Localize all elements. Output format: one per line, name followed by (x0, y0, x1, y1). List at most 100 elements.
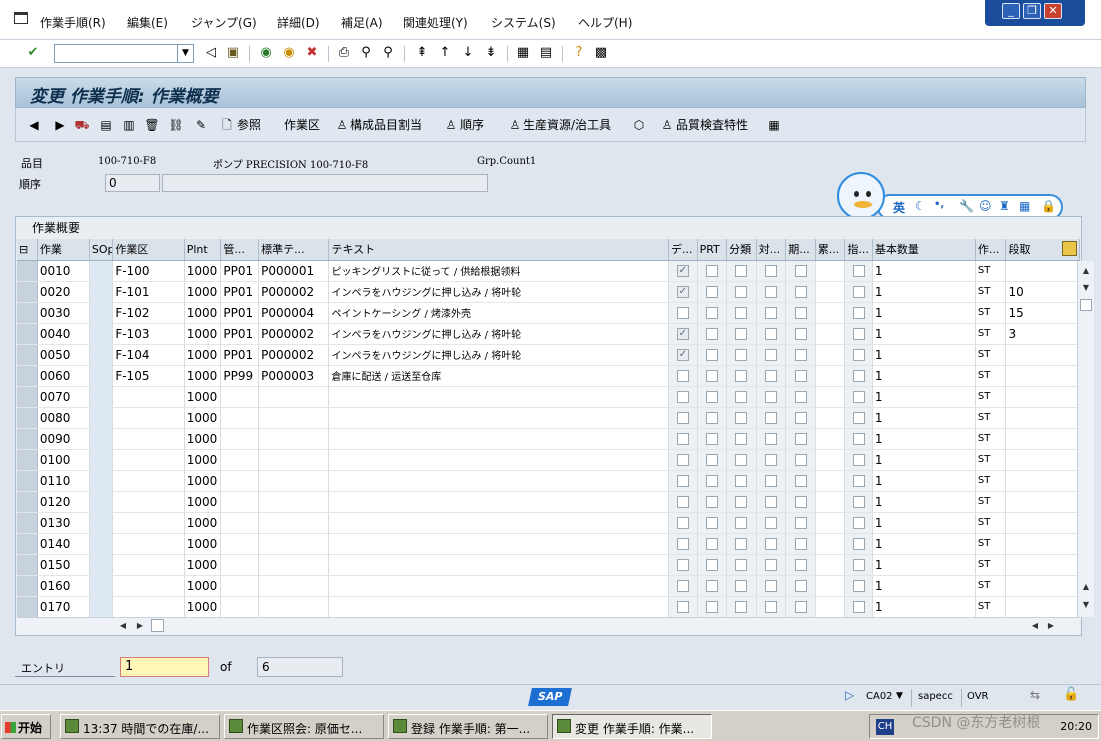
unit-cell[interactable]: ST (975, 365, 1007, 387)
sop-cell[interactable] (89, 365, 114, 387)
standard-text-cell[interactable]: P000002 (258, 344, 330, 366)
sop-cell[interactable] (89, 554, 114, 576)
work-center-cell[interactable]: F-103 (112, 323, 185, 345)
work-center-cell[interactable]: F-102 (112, 302, 185, 324)
checkbox[interactable] (676, 496, 689, 508)
operation-cell[interactable]: 0110 (37, 470, 90, 492)
checkbox[interactable] (705, 328, 718, 340)
shirt-icon[interactable]: ♜ (999, 199, 1010, 213)
taskbar-task-stock[interactable]: 13:37 時間での在庫/... (60, 714, 220, 739)
control-key-cell[interactable]: PP01 (220, 323, 260, 345)
checkbox[interactable] (764, 265, 777, 277)
base-quantity-cell[interactable]: 1 (872, 533, 976, 555)
setup-cell[interactable] (1005, 365, 1080, 387)
checkbox[interactable] (764, 538, 777, 550)
unit-cell[interactable]: ST (975, 344, 1007, 366)
column-header-target[interactable]: 対... (756, 239, 787, 261)
ime-widget[interactable]: 英 ☾ •, 🔧 ☺ ♜ ▦ 🔒 (837, 172, 1063, 220)
checkbox[interactable] (852, 391, 865, 403)
checkbox[interactable] (852, 349, 865, 361)
checkbox[interactable] (676, 517, 689, 529)
checkbox[interactable] (705, 559, 718, 571)
unit-cell[interactable]: ST (975, 260, 1007, 282)
plant-cell[interactable]: 1000 (184, 470, 222, 492)
setup-cell[interactable] (1005, 428, 1080, 450)
column-header-standard-text[interactable]: 標準テ... (258, 239, 330, 261)
checkbox[interactable] (735, 517, 748, 529)
standard-text-cell[interactable]: P000001 (258, 260, 330, 282)
sop-cell[interactable] (89, 260, 114, 282)
base-quantity-cell[interactable]: 1 (872, 365, 976, 387)
close-button[interactable]: ✕ (1044, 3, 1062, 19)
first-page-icon[interactable]: ⇞ (414, 45, 430, 61)
column-header-split[interactable]: 分類 (726, 239, 757, 261)
checkbox[interactable] (705, 286, 718, 298)
control-key-cell[interactable] (220, 596, 260, 618)
plant-cell[interactable]: 1000 (184, 554, 222, 576)
checkbox[interactable] (705, 391, 718, 403)
standard-text-cell[interactable] (258, 470, 330, 492)
checkbox[interactable] (705, 307, 718, 319)
operation-cell[interactable]: 0070 (37, 386, 90, 408)
help-icon[interactable]: ? (571, 45, 587, 61)
checkbox[interactable] (764, 286, 777, 298)
cancel-icon[interactable]: ✖ (304, 45, 320, 61)
taskbar-task-create-routing[interactable]: 登録 作業手順: 第一... (388, 714, 548, 739)
operation-cell[interactable]: 0050 (37, 344, 90, 366)
scroll-down-bottom-icon[interactable]: ▼ (1080, 599, 1092, 611)
checkbox[interactable] (764, 580, 777, 592)
scroll-up-icon[interactable]: ▲ (1080, 265, 1092, 277)
horizontal-scrollbar[interactable]: ◀ ▶ ◀ ▶ (17, 617, 1079, 634)
checkbox[interactable] (735, 580, 748, 592)
checkbox[interactable] (852, 475, 865, 487)
text-cell[interactable] (328, 575, 670, 597)
back-icon[interactable]: ◉ (258, 45, 274, 61)
checkbox-checked[interactable]: ✓ (676, 286, 689, 298)
setup-cell[interactable] (1005, 491, 1080, 513)
unit-cell[interactable]: ST (975, 491, 1007, 513)
checkbox[interactable] (764, 328, 777, 340)
operation-cell[interactable]: 0130 (37, 512, 90, 534)
checkbox[interactable] (764, 559, 777, 571)
hierarchy-icon[interactable]: ⛓ (168, 117, 184, 133)
checkbox[interactable] (852, 559, 865, 571)
text-cell[interactable] (328, 470, 670, 492)
text-cell[interactable] (328, 533, 670, 555)
reference-button[interactable]: 参照 (237, 116, 261, 133)
control-key-cell[interactable] (220, 512, 260, 534)
column-header-prt[interactable]: PRT (697, 239, 728, 261)
checkbox[interactable] (735, 412, 748, 424)
unit-cell[interactable]: ST (975, 449, 1007, 471)
control-key-cell[interactable] (220, 428, 260, 450)
checkbox[interactable] (676, 475, 689, 487)
row-selector[interactable] (17, 575, 38, 597)
checkbox[interactable] (735, 538, 748, 550)
standard-text-cell[interactable] (258, 596, 330, 618)
checkbox[interactable] (852, 433, 865, 445)
row-selector[interactable] (17, 554, 38, 576)
work-center-cell[interactable] (112, 407, 185, 429)
base-quantity-cell[interactable]: 1 (872, 281, 976, 303)
sop-cell[interactable] (89, 428, 114, 450)
previous-page-icon[interactable]: ↑ (437, 45, 453, 61)
operation-cell[interactable]: 0030 (37, 302, 90, 324)
text-cell[interactable]: インペラをハウジングに押し込み / 将叶轮 (328, 344, 670, 366)
scroll-left-icon[interactable]: ◀ (117, 620, 129, 632)
grid-apps-icon[interactable]: ▦ (1019, 199, 1030, 213)
standard-text-cell[interactable]: P000002 (258, 281, 330, 303)
checkbox[interactable] (794, 580, 807, 592)
sop-cell[interactable] (89, 281, 114, 303)
checkbox[interactable] (764, 412, 777, 424)
scroll-right-end-icon[interactable]: ▶ (1045, 620, 1057, 632)
work-center-cell[interactable] (112, 428, 185, 450)
base-quantity-cell[interactable]: 1 (872, 407, 976, 429)
text-cell[interactable] (328, 491, 670, 513)
checkbox-checked[interactable]: ✓ (676, 328, 689, 340)
checkbox-checked[interactable]: ✓ (676, 265, 689, 277)
save-icon[interactable]: ▣ (225, 45, 241, 61)
operation-cell[interactable]: 0170 (37, 596, 90, 618)
standard-text-cell[interactable] (258, 575, 330, 597)
smiley-icon[interactable]: ☺ (979, 199, 992, 213)
column-header-operation[interactable]: 作業 (37, 239, 90, 261)
sop-cell[interactable] (89, 491, 114, 513)
